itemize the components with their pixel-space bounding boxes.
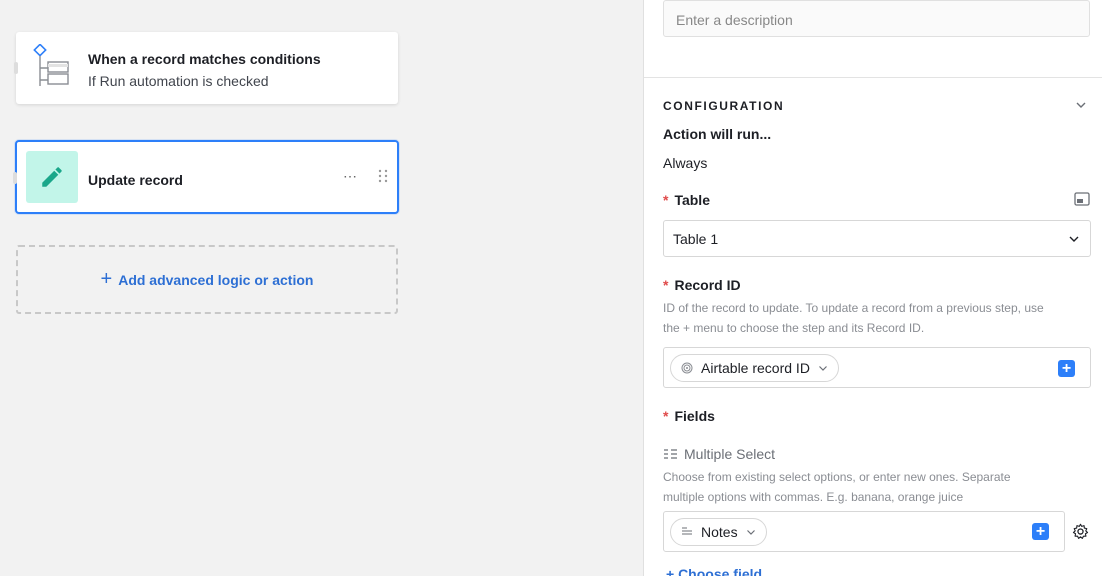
table-select-value: Table 1 [673,231,719,247]
expand-table-icon[interactable] [1074,192,1090,206]
long-text-icon [682,527,692,535]
multiple-select-field[interactable]: Notes + [663,511,1065,552]
trigger-title: When a record matches conditions [88,51,321,67]
field-name-label: Multiple Select [684,446,776,462]
record-id-help-line-2: the + menu to choose the step and its Re… [663,321,925,335]
required-marker: * [663,277,669,293]
notes-token-label: Notes [701,524,738,540]
action-will-run-value: Always [663,155,708,171]
connector-nub [14,62,18,74]
fields-help-line-2: multiple options with commas. E.g. banan… [663,490,964,504]
choose-field-link[interactable]: + Choose field [666,566,762,576]
field-multiple-select: Multiple Select [663,446,775,462]
insert-token-plus-icon[interactable]: + [1032,523,1049,540]
drag-handle-icon[interactable] [377,168,389,184]
record-id-help-line-1: ID of the record to update. To update a … [663,301,1044,315]
chevron-down-icon [746,530,755,535]
chevron-down-icon [1069,236,1079,242]
description-input[interactable]: Enter a description [663,0,1090,37]
notes-token[interactable]: Notes [670,518,767,546]
table-label-text: Table [674,192,710,208]
action-will-run-label: Action will run... [663,126,772,142]
action-card-update-record[interactable]: Update record ⋯ [13,140,399,214]
fields-label-text: Fields [674,408,715,424]
automation-canvas: When a record matches conditions If Run … [0,0,643,576]
chevron-down-icon[interactable] [1074,98,1088,112]
gear-icon[interactable] [1072,523,1089,540]
add-logic-or-action-button[interactable]: + Add advanced logic or action [16,245,398,314]
divider [644,77,1102,78]
required-marker: * [663,192,669,208]
fields-label: * Fields [663,408,715,424]
connector-nub [13,172,17,184]
action-title: Update record [88,172,183,188]
insert-token-plus-icon[interactable]: + [1058,360,1075,377]
more-options-icon[interactable]: ⋯ [343,168,358,185]
table-select[interactable]: Table 1 [663,220,1091,257]
configuration-heading: CONFIGURATION [663,99,785,113]
plus-icon: + [100,267,113,290]
add-logic-label: Add advanced logic or action [118,271,314,288]
conditions-tree-icon [33,44,69,86]
config-panel: Enter a description CONFIGURATION Action… [643,0,1102,576]
record-id-field[interactable]: Airtable record ID + [663,347,1091,388]
pencil-icon [26,151,78,203]
record-id-label: * Record ID [663,277,741,293]
trigger-card[interactable]: When a record matches conditions If Run … [14,32,398,104]
record-id-token[interactable]: Airtable record ID [670,354,839,382]
table-label: * Table [663,192,710,208]
multiple-select-icon [664,449,677,459]
record-id-label-text: Record ID [674,277,741,293]
record-id-token-label: Airtable record ID [701,360,810,376]
trigger-subtitle: If Run automation is checked [88,73,269,89]
required-marker: * [663,408,669,424]
fields-help-line-1: Choose from existing select options, or … [663,470,1011,484]
chevron-down-icon [819,366,827,371]
fingerprint-icon [681,362,693,374]
